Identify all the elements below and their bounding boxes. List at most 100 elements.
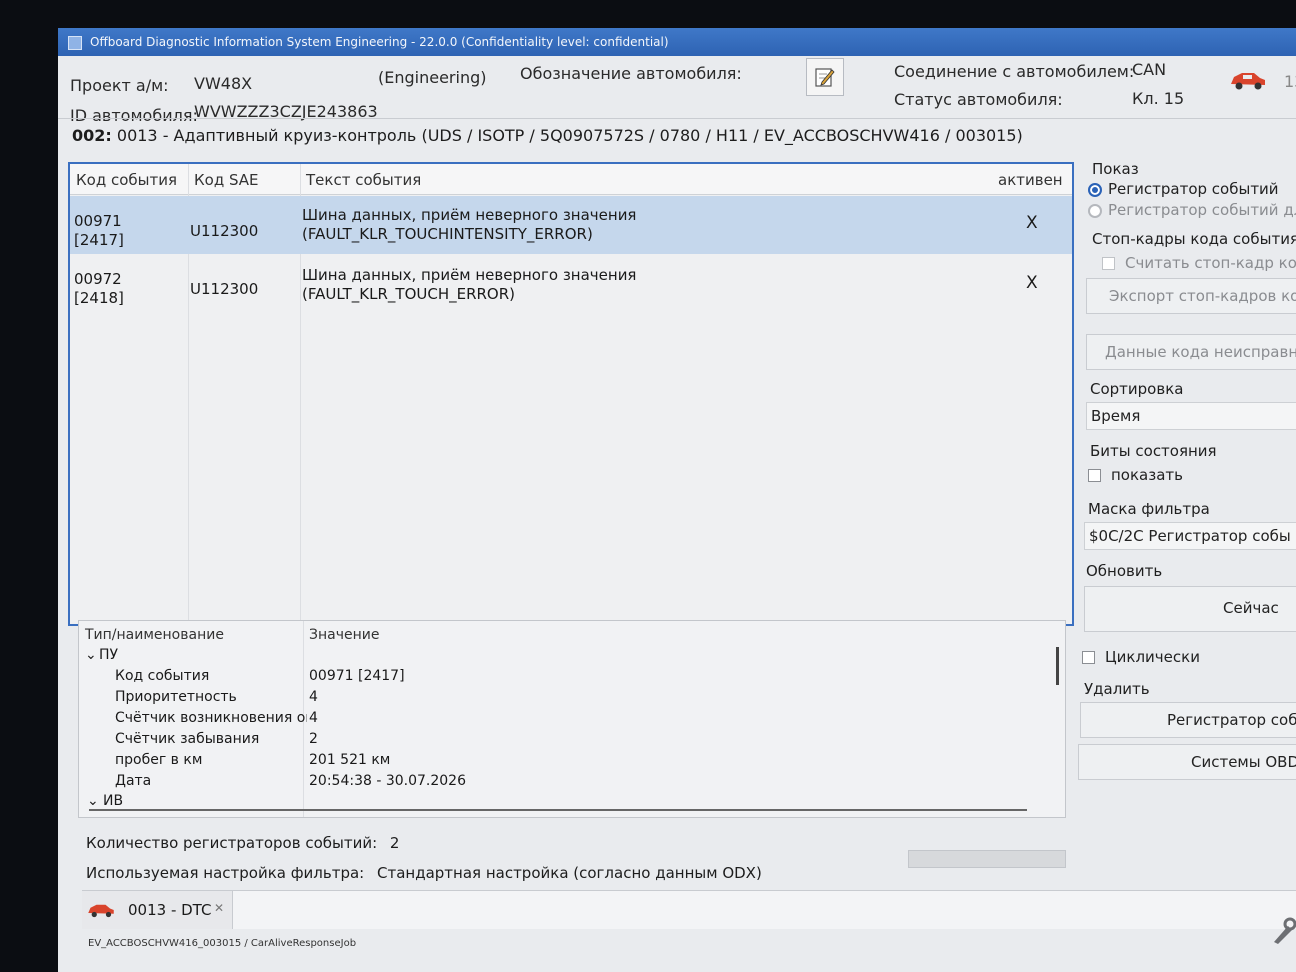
- window-title: Offboard Diagnostic Information System E…: [90, 35, 669, 49]
- refresh-heading: Обновить: [1086, 562, 1163, 580]
- tree-group-pu[interactable]: ⌄ ПУ: [79, 647, 1065, 668]
- table-row[interactable]: 00971 [2417] U112300 Шина данных, приём …: [70, 196, 1072, 254]
- right-sidebar: Показ Регистратор событий Регистратор со…: [1078, 158, 1296, 798]
- vehicle-status-label: Статус автомобиля:: [894, 90, 1063, 109]
- row-active-flag: X: [1026, 213, 1038, 233]
- group-label: ИВ: [103, 793, 124, 809]
- fault-code-data-button[interactable]: Данные кода неисправн: [1086, 334, 1296, 370]
- col-active[interactable]: активен: [998, 171, 1063, 189]
- checkbox-label: Считать стоп-кадр код: [1125, 254, 1296, 272]
- sort-select[interactable]: Время: [1086, 402, 1296, 430]
- car-icon: [1231, 73, 1265, 90]
- property-name: Приоритетность: [115, 689, 237, 705]
- read-freeze-frame-checkbox[interactable]: Считать стоп-кадр код: [1102, 254, 1296, 272]
- filter-value: Стандартная настройка (согласно данным O…: [377, 864, 762, 882]
- event-memory-table[interactable]: Код события Код SAE Текст события активе…: [68, 162, 1074, 626]
- right-edge-counter: 13: [1284, 72, 1296, 91]
- button-label: Сейчас: [1223, 599, 1279, 617]
- sort-heading: Сортировка: [1090, 380, 1184, 398]
- count-value: 2: [389, 834, 400, 852]
- row-sae-code: U112300: [190, 222, 259, 240]
- row-event-text: Шина данных, приём неверного значения (F…: [302, 206, 637, 243]
- status-bar: EV_ACCBOSCHVW416_003015 / CarAliveRespon…: [88, 938, 357, 949]
- filter-mask-select[interactable]: $0C/2C Регистратор собы: [1084, 522, 1296, 550]
- project-value: VW48X: [194, 74, 253, 93]
- property-value: 4: [309, 710, 318, 726]
- horizontal-scrollbar[interactable]: [89, 809, 1027, 811]
- title-bar: Offboard Diagnostic Information System E…: [58, 28, 1296, 56]
- property-row[interactable]: Счётчик возникновения ош 4: [79, 710, 1065, 731]
- property-name: Счётчик забывания: [115, 731, 260, 747]
- checkbox-icon: [1088, 469, 1101, 482]
- filter-mask-heading: Маска фильтра: [1088, 500, 1210, 518]
- delete-event-recorder-button[interactable]: Регистратор соб: [1080, 702, 1296, 738]
- checkbox-icon: [1102, 257, 1115, 270]
- button-label: Регистратор соб: [1167, 711, 1296, 729]
- chevron-down-icon: ⌄: [87, 793, 99, 809]
- filter-label: Используемая настройка фильтра:: [86, 864, 365, 882]
- tools-icon: [1274, 917, 1296, 944]
- ecu-title: 002: 0013 - Адаптивный круиз-контроль (U…: [72, 126, 1023, 145]
- table-row[interactable]: 00972 [2418] U112300 Шина данных, приём …: [70, 256, 1072, 314]
- vertical-scrollbar[interactable]: [1056, 647, 1059, 685]
- button-label: Системы OBD: [1191, 753, 1296, 771]
- count-label: Количество регистраторов событий:: [86, 834, 378, 852]
- property-row[interactable]: Код события 00971 [2417]: [79, 668, 1065, 689]
- col-value: Значение: [309, 627, 380, 643]
- property-name: Дата: [115, 773, 152, 789]
- row-event-code: 00971 [2417]: [74, 212, 124, 249]
- button-label: Данные кода неисправн: [1105, 343, 1296, 361]
- connection-label: Соединение с автомобилем:: [894, 62, 1135, 81]
- col-type-name: Тип/наименование: [85, 627, 224, 643]
- property-name: Счётчик возникновения ош: [115, 710, 307, 726]
- table-header: Код события Код SAE Текст события активе…: [70, 164, 1072, 195]
- tab-label: 0013 - DTC: [128, 901, 212, 919]
- checkbox-icon: [1082, 651, 1095, 664]
- property-value: 4: [309, 689, 318, 705]
- col-event-code[interactable]: Код события: [76, 171, 177, 189]
- edit-icon: [815, 68, 835, 87]
- checkbox-label: показать: [1111, 466, 1183, 484]
- close-icon[interactable]: ✕: [214, 901, 224, 915]
- edit-vehicle-designation-button[interactable]: [806, 58, 844, 96]
- tab-dtc[interactable]: 0013 - DTC ✕: [82, 891, 233, 929]
- chevron-down-icon: ⌄: [85, 647, 97, 663]
- refresh-now-button[interactable]: Сейчас: [1084, 586, 1296, 632]
- property-value: 00971 [2417]: [309, 668, 405, 684]
- radio-event-recorder[interactable]: Регистратор событий: [1088, 180, 1279, 198]
- property-name: пробег в км: [115, 752, 203, 768]
- property-row[interactable]: Счётчик забывания 2: [79, 731, 1065, 752]
- row-event-text: Шина данных, приём неверного значения (F…: [302, 266, 637, 303]
- event-details-panel[interactable]: Тип/наименование Значение ⌄ ПУ Код событ…: [78, 620, 1066, 818]
- app-icon: [68, 35, 82, 50]
- row-event-code: 00972 [2418]: [74, 270, 124, 307]
- radio-label: Регистратор событий дл: [1108, 201, 1296, 219]
- row-active-flag: X: [1026, 273, 1038, 293]
- col-event-text[interactable]: Текст события: [306, 171, 421, 189]
- delete-obd-systems-button[interactable]: Системы OBD: [1078, 744, 1296, 780]
- checkbox-label: Циклически: [1105, 648, 1200, 666]
- col-sae-code[interactable]: Код SAE: [194, 171, 259, 189]
- property-value: 20:54:38 - 30.07.2026: [309, 773, 466, 789]
- export-freeze-frames-button[interactable]: Экспорт стоп-кадров ко: [1086, 278, 1296, 314]
- freeze-frames-heading: Стоп-кадры кода события: [1092, 230, 1296, 248]
- cyclic-checkbox[interactable]: Циклически: [1082, 648, 1200, 666]
- project-label: Проект а/м:: [70, 76, 169, 95]
- radio-event-recorder-2[interactable]: Регистратор событий дл: [1088, 201, 1296, 219]
- ecu-address: 002:: [72, 126, 112, 145]
- filter-setting: Используемая настройка фильтра: Стандарт…: [86, 864, 762, 882]
- car-icon: [88, 904, 114, 918]
- radio-unselected-icon: [1088, 203, 1102, 218]
- delete-heading: Удалить: [1084, 680, 1150, 698]
- ecu-description: 0013 - Адаптивный круиз-контроль (UDS / …: [116, 126, 1023, 145]
- property-value: 2: [309, 731, 318, 747]
- status-bits-heading: Биты состояния: [1090, 442, 1217, 460]
- property-row[interactable]: Дата 20:54:38 - 30.07.2026: [79, 773, 1065, 794]
- property-row[interactable]: пробег в км 201 521 км: [79, 752, 1065, 773]
- show-status-bits-checkbox[interactable]: показать: [1088, 466, 1183, 484]
- button-label: Экспорт стоп-кадров ко: [1109, 287, 1296, 305]
- progress-bar: [908, 850, 1066, 868]
- show-heading: Показ: [1092, 160, 1139, 178]
- vehicle-status-value: Кл. 15: [1132, 89, 1185, 108]
- property-row[interactable]: Приоритетность 4: [79, 689, 1065, 710]
